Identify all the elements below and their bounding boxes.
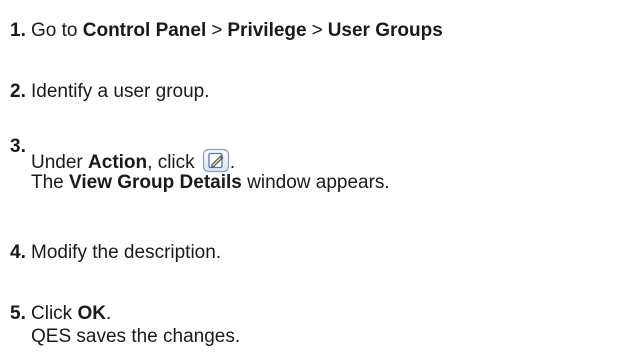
step-text: Identify a user group.	[31, 81, 210, 102]
step-3-prefix: Under	[31, 152, 89, 173]
path-control-panel: Control Panel	[82, 20, 207, 41]
step-3-line-1: Under Action, click .	[31, 148, 390, 173]
step-5-suffix: .	[105, 303, 112, 324]
step-5-line-1: Click OK.	[31, 302, 240, 325]
path-privilege: Privilege	[227, 20, 307, 41]
step-number: 1.	[10, 20, 26, 41]
step-1-prefix: Go to	[31, 20, 83, 41]
window-name: View Group Details	[69, 172, 242, 193]
step-text: Go to Control Panel > Privilege > User Group…	[31, 19, 443, 42]
instruction-page: 1. Go to Control Panel > Privilege > User Gr…	[0, 0, 629, 358]
step-number: 5.	[10, 303, 26, 324]
step-3-suffix: .	[229, 152, 236, 173]
step-3-middle: , click	[147, 152, 200, 173]
step-text: Click OK. QES saves the changes.	[31, 302, 240, 348]
edit-icon[interactable]	[202, 148, 230, 173]
step-3-line-2-prefix: The	[31, 172, 70, 193]
path-user-groups: User Groups	[327, 20, 443, 41]
step-5-prefix: Click	[31, 303, 78, 324]
ok-button-label: OK	[77, 303, 106, 324]
step-number: 4.	[10, 242, 26, 263]
step-3-line-2-suffix: window appears.	[241, 172, 390, 193]
step-number: 3.	[10, 136, 26, 157]
step-text: Modify the description.	[31, 242, 222, 263]
step-5-line-2: QES saves the changes.	[31, 326, 241, 347]
step-number: 2.	[10, 81, 26, 102]
path-separator: >	[211, 20, 223, 41]
action-column-label: Action	[88, 152, 148, 173]
step-3-line-2: The View Group Details window appears.	[31, 171, 390, 194]
path-separator: >	[311, 20, 323, 41]
step-text: Under Action, click . The View Group Det…	[31, 142, 390, 194]
